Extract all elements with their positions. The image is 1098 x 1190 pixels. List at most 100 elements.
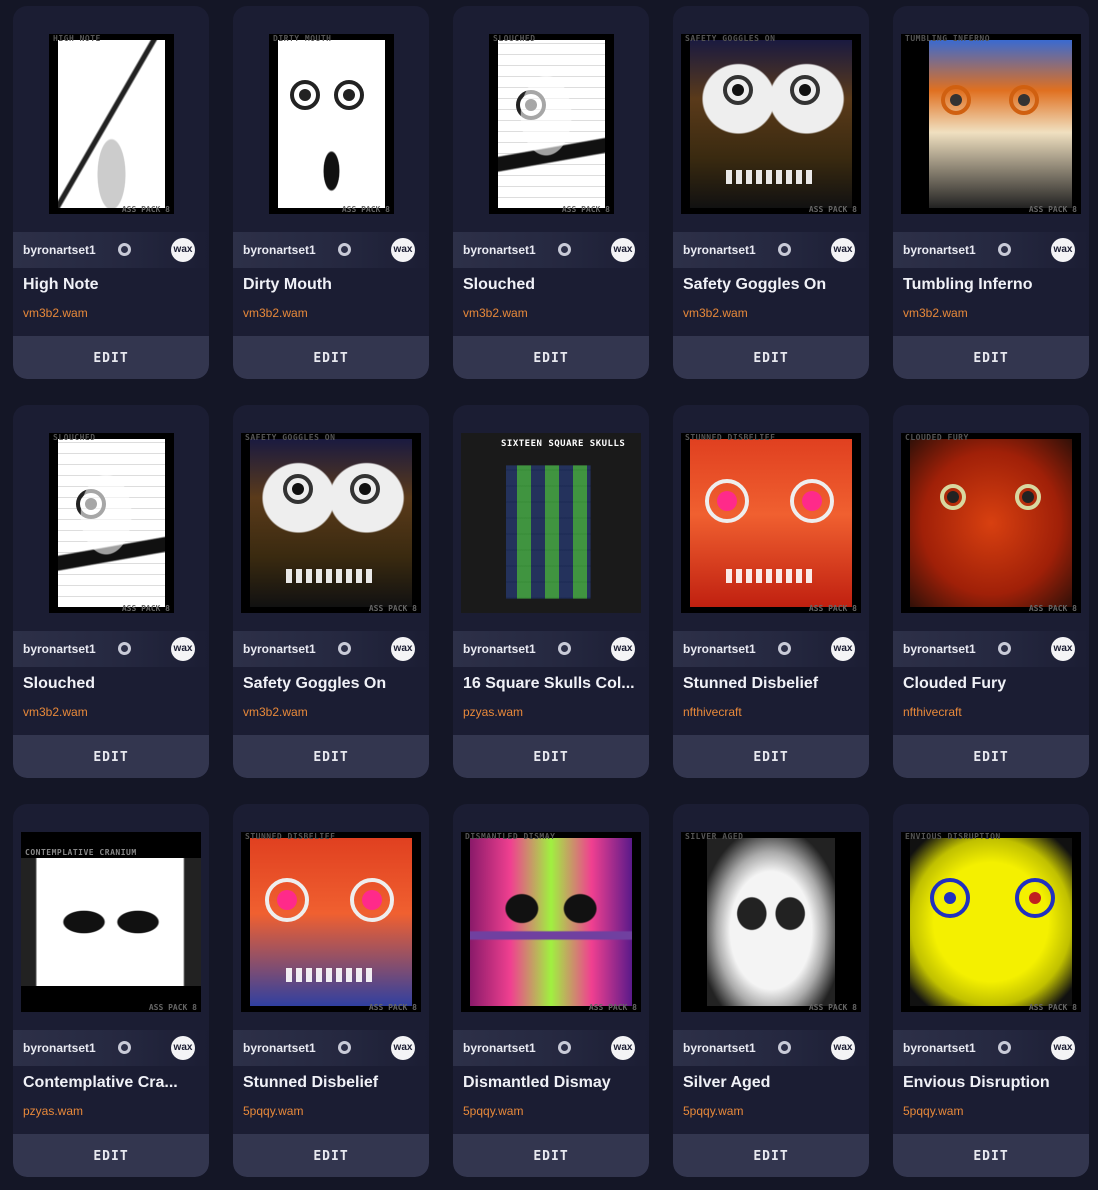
collection-name[interactable]: vm3b2.wam bbox=[683, 306, 748, 320]
nft-image[interactable]: SLOUCHED ASS PACK 8 bbox=[13, 405, 209, 627]
nft-image[interactable]: TUMBLING INFERNO ASS PACK 8 bbox=[893, 6, 1089, 228]
edit-button[interactable]: EDIT bbox=[13, 735, 209, 778]
art-caption: ASS PACK 8 bbox=[588, 1003, 637, 1012]
nft-title[interactable]: Safety Goggles On bbox=[243, 675, 423, 693]
collection-name[interactable]: vm3b2.wam bbox=[23, 306, 88, 320]
collection-name[interactable]: pzyas.wam bbox=[23, 1104, 83, 1118]
owner-name[interactable]: byronartset1 bbox=[683, 1041, 756, 1055]
nft-card[interactable]: STUNNED DISBELIEF ASS PACK 8 byronartset… bbox=[673, 405, 869, 778]
art-caption: DISMANTLED DISMAY bbox=[465, 832, 556, 841]
owner-name[interactable]: byronartset1 bbox=[23, 642, 96, 656]
nft-title[interactable]: 16 Square Skulls Col... bbox=[463, 675, 643, 693]
nft-image[interactable]: CONTEMPLATIVE CRANIUM ASS PACK 8 bbox=[13, 804, 209, 1026]
wax-logo-icon: wax bbox=[831, 1036, 855, 1060]
owner-name[interactable]: byronartset1 bbox=[903, 1041, 976, 1055]
nft-image[interactable]: SLOUCHED ASS PACK 8 bbox=[453, 6, 649, 228]
nft-image[interactable]: ENVIOUS DISRUPTION ASS PACK 8 bbox=[893, 804, 1089, 1026]
owner-name[interactable]: byronartset1 bbox=[243, 642, 316, 656]
nft-title[interactable]: Dirty Mouth bbox=[243, 276, 423, 294]
collection-name[interactable]: vm3b2.wam bbox=[463, 306, 528, 320]
collection-name[interactable]: vm3b2.wam bbox=[903, 306, 968, 320]
nft-title[interactable]: Stunned Disbelief bbox=[243, 1074, 423, 1092]
edit-button[interactable]: EDIT bbox=[233, 1134, 429, 1177]
edit-button[interactable]: EDIT bbox=[673, 336, 869, 379]
nft-title[interactable]: Tumbling Inferno bbox=[903, 276, 1083, 294]
collection-name[interactable]: nfthivecraft bbox=[683, 705, 742, 719]
nft-image[interactable]: SAFETY GOGGLES ON ASS PACK 8 bbox=[673, 6, 869, 228]
nft-image[interactable]: SILVER AGED ASS PACK 8 bbox=[673, 804, 869, 1026]
owner-name[interactable]: byronartset1 bbox=[243, 1041, 316, 1055]
nft-title[interactable]: Slouched bbox=[23, 675, 203, 693]
nft-card[interactable]: DIRTY MOUTH ASS PACK 8 byronartset1 wax … bbox=[233, 6, 429, 379]
nft-card[interactable]: SLOUCHED ASS PACK 8 byronartset1 wax Slo… bbox=[453, 6, 649, 379]
nft-title[interactable]: Envious Disruption bbox=[903, 1074, 1083, 1092]
owner-name[interactable]: byronartset1 bbox=[683, 243, 756, 257]
collection-name[interactable]: 5pqqy.wam bbox=[243, 1104, 303, 1118]
collection-name[interactable]: nfthivecraft bbox=[903, 705, 962, 719]
collection-name[interactable]: vm3b2.wam bbox=[23, 705, 88, 719]
nft-card[interactable]: SILVER AGED ASS PACK 8 byronartset1 wax … bbox=[673, 804, 869, 1177]
nft-card[interactable]: DISMANTLED DISMAY ASS PACK 8 byronartset… bbox=[453, 804, 649, 1177]
edit-button[interactable]: EDIT bbox=[893, 336, 1089, 379]
nft-image[interactable]: STUNNED DISBELIEF ASS PACK 8 bbox=[673, 405, 869, 627]
nft-image[interactable]: HIGH NOTE ASS PACK 8 bbox=[13, 6, 209, 228]
owner-name[interactable]: byronartset1 bbox=[463, 243, 536, 257]
art-caption: TUMBLING INFERNO bbox=[905, 34, 991, 43]
verified-badge-icon bbox=[778, 642, 791, 655]
nft-card[interactable]: CONTEMPLATIVE CRANIUM ASS PACK 8 byronar… bbox=[13, 804, 209, 1177]
edit-button[interactable]: EDIT bbox=[453, 336, 649, 379]
nft-card[interactable]: ENVIOUS DISRUPTION ASS PACK 8 byronartse… bbox=[893, 804, 1089, 1177]
collection-name[interactable]: 5pqqy.wam bbox=[903, 1104, 963, 1118]
nft-title[interactable]: High Note bbox=[23, 276, 203, 294]
nft-card[interactable]: SLOUCHED ASS PACK 8 byronartset1 wax Slo… bbox=[13, 405, 209, 778]
nft-title[interactable]: Stunned Disbelief bbox=[683, 675, 863, 693]
edit-button[interactable]: EDIT bbox=[673, 1134, 869, 1177]
edit-button[interactable]: EDIT bbox=[233, 336, 429, 379]
edit-button[interactable]: EDIT bbox=[893, 735, 1089, 778]
nft-image[interactable]: DISMANTLED DISMAY ASS PACK 8 bbox=[453, 804, 649, 1026]
owner-bar: byronartset1 wax bbox=[233, 1030, 429, 1066]
nft-card[interactable]: CLOUDED FURY ASS PACK 8 byronartset1 wax… bbox=[893, 405, 1089, 778]
nft-image[interactable]: SAFETY GOGGLES ON ASS PACK 8 bbox=[233, 405, 429, 627]
art-caption: SILVER AGED bbox=[685, 832, 744, 841]
nft-title[interactable]: Slouched bbox=[463, 276, 643, 294]
edit-button[interactable]: EDIT bbox=[13, 336, 209, 379]
nft-image[interactable]: SIXTEEN SQUARE SKULLS bbox=[453, 405, 649, 627]
owner-name[interactable]: byronartset1 bbox=[683, 642, 756, 656]
collection-name[interactable]: 5pqqy.wam bbox=[683, 1104, 743, 1118]
nft-image[interactable]: STUNNED DISBELIEF ASS PACK 8 bbox=[233, 804, 429, 1026]
owner-name[interactable]: byronartset1 bbox=[903, 243, 976, 257]
owner-name[interactable]: byronartset1 bbox=[23, 243, 96, 257]
edit-button[interactable]: EDIT bbox=[453, 735, 649, 778]
nft-card[interactable]: SAFETY GOGGLES ON ASS PACK 8 byronartset… bbox=[673, 6, 869, 379]
nft-card[interactable]: STUNNED DISBELIEF ASS PACK 8 byronartset… bbox=[233, 804, 429, 1177]
owner-name[interactable]: byronartset1 bbox=[243, 243, 316, 257]
nft-card[interactable]: SIXTEEN SQUARE SKULLS byronartset1 wax 1… bbox=[453, 405, 649, 778]
wax-logo-icon: wax bbox=[171, 238, 195, 262]
owner-name[interactable]: byronartset1 bbox=[23, 1041, 96, 1055]
nft-title[interactable]: Dismantled Dismay bbox=[463, 1074, 643, 1092]
edit-button[interactable]: EDIT bbox=[233, 735, 429, 778]
owner-name[interactable]: byronartset1 bbox=[463, 1041, 536, 1055]
collection-name[interactable]: vm3b2.wam bbox=[243, 705, 308, 719]
edit-button[interactable]: EDIT bbox=[453, 1134, 649, 1177]
collection-name[interactable]: pzyas.wam bbox=[463, 705, 523, 719]
art-caption: ASS PACK 8 bbox=[1028, 604, 1077, 613]
owner-name[interactable]: byronartset1 bbox=[903, 642, 976, 656]
collection-name[interactable]: 5pqqy.wam bbox=[463, 1104, 523, 1118]
edit-button[interactable]: EDIT bbox=[673, 735, 869, 778]
owner-name[interactable]: byronartset1 bbox=[463, 642, 536, 656]
nft-title[interactable]: Safety Goggles On bbox=[683, 276, 863, 294]
collection-name[interactable]: vm3b2.wam bbox=[243, 306, 308, 320]
nft-title[interactable]: Contemplative Cra... bbox=[23, 1074, 203, 1092]
nft-title[interactable]: Clouded Fury bbox=[903, 675, 1083, 693]
nft-image[interactable]: CLOUDED FURY ASS PACK 8 bbox=[893, 405, 1089, 627]
nft-card[interactable]: HIGH NOTE ASS PACK 8 byronartset1 wax Hi… bbox=[13, 6, 209, 379]
edit-button[interactable]: EDIT bbox=[893, 1134, 1089, 1177]
art-caption: SIXTEEN SQUARE SKULLS bbox=[501, 439, 626, 449]
nft-image[interactable]: DIRTY MOUTH ASS PACK 8 bbox=[233, 6, 429, 228]
nft-title[interactable]: Silver Aged bbox=[683, 1074, 863, 1092]
nft-card[interactable]: TUMBLING INFERNO ASS PACK 8 byronartset1… bbox=[893, 6, 1089, 379]
edit-button[interactable]: EDIT bbox=[13, 1134, 209, 1177]
nft-card[interactable]: SAFETY GOGGLES ON ASS PACK 8 byronartset… bbox=[233, 405, 429, 778]
